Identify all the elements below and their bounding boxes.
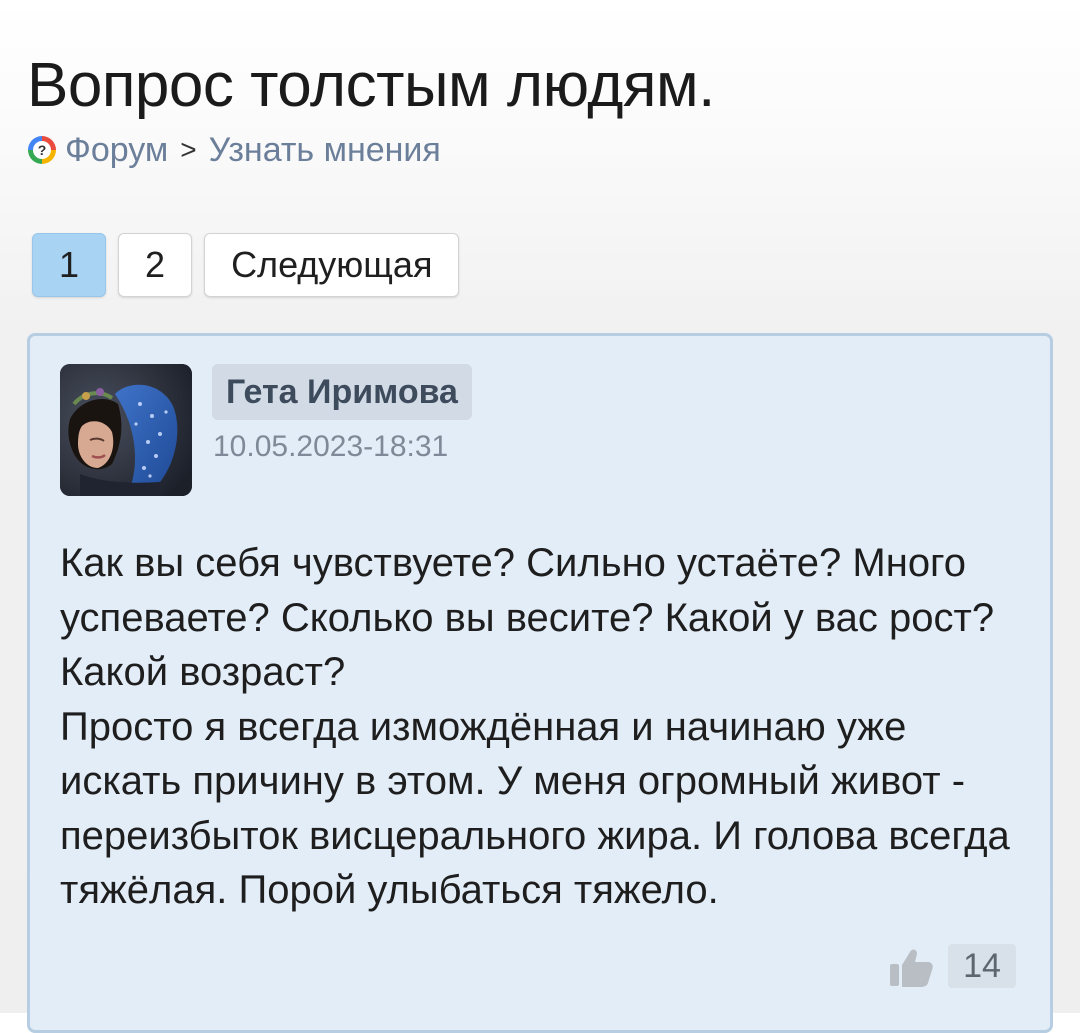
next-page-button[interactable]: Следующая bbox=[204, 233, 460, 297]
page-button-1[interactable]: 1 bbox=[32, 233, 107, 297]
post-timestamp: 10.05.2023-18:31 bbox=[213, 430, 449, 463]
page-title: Вопрос толстым людям. bbox=[27, 51, 715, 120]
post-body: Как вы себя чувствуете? Сильно устаёте? … bbox=[60, 541, 1010, 912]
like-count: 14 bbox=[948, 944, 1016, 988]
breadcrumb: ? Форум > Узнать мнения bbox=[27, 130, 441, 170]
user-avatar-photo bbox=[60, 364, 192, 496]
breadcrumb-link-opinions[interactable]: Узнать мнения bbox=[209, 131, 441, 170]
breadcrumb-link-forum[interactable]: Форум bbox=[65, 131, 168, 170]
forum-question-icon: ? bbox=[28, 136, 56, 164]
forum-post: Гета Иримова 10.05.2023-18:31 Как вы себ… bbox=[27, 333, 1053, 1033]
like-control: 14 bbox=[888, 944, 1016, 988]
author-name[interactable]: Гета Иримова bbox=[212, 364, 472, 420]
thumbs-up-icon[interactable] bbox=[888, 944, 934, 988]
breadcrumb-separator: > bbox=[180, 134, 197, 165]
avatar[interactable] bbox=[60, 364, 192, 496]
svg-text:?: ? bbox=[38, 142, 47, 158]
pagination: 1 2 Следующая bbox=[32, 233, 460, 297]
page-button-2[interactable]: 2 bbox=[118, 233, 193, 297]
